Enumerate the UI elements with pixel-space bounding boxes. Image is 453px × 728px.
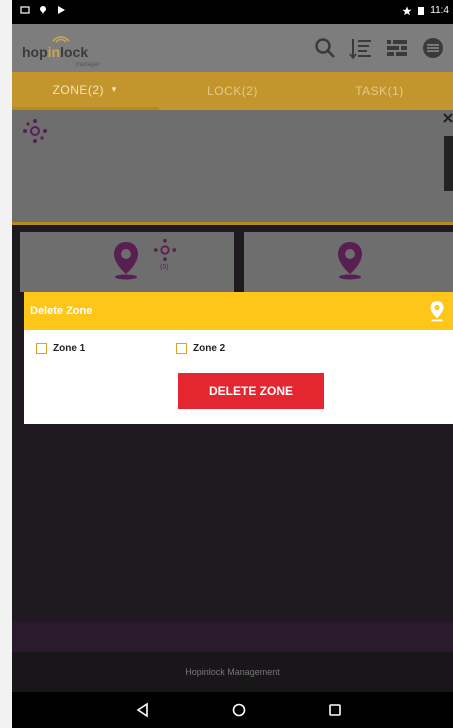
home-icon[interactable] (230, 701, 248, 719)
delete-zone-button[interactable]: DELETE ZONE (178, 373, 324, 409)
android-nav-bar (12, 692, 453, 728)
search-icon[interactable] (313, 36, 337, 60)
hub-icon (153, 238, 177, 262)
chevron-down-icon: ▼ (110, 85, 119, 94)
zone-card[interactable] (244, 232, 453, 292)
recent-apps-icon[interactable] (326, 701, 344, 719)
menu-icon[interactable] (421, 36, 445, 60)
delete-zone-dialog: Delete Zone Zone 1 Zone 2 DELETE ZONE (24, 292, 453, 424)
dialog-header: Delete Zone (24, 292, 453, 330)
footer-text: Hopinlock Management (185, 667, 280, 677)
zone-2-checkbox[interactable] (176, 343, 187, 354)
dialog-title: Delete Zone (30, 305, 93, 317)
lock-device-icon (443, 113, 453, 191)
tab-task[interactable]: TASK(1) (306, 72, 453, 110)
zone-2-label: Zone 2 (193, 343, 226, 354)
device-screen: 11:4 hopinlock manager ZONE(2) ▼ LOCK(2) … (12, 0, 453, 728)
play-icon (58, 6, 65, 14)
sort-icon[interactable] (349, 36, 373, 60)
location-pin-icon (338, 242, 362, 280)
zone-2-option[interactable]: Zone 2 (176, 343, 225, 354)
pin-icon (40, 6, 46, 14)
hub-icon (23, 119, 47, 143)
tab-bar: ZONE(2) ▼ LOCK(2) TASK(1) (12, 72, 453, 110)
footer: Hopinlock Management (12, 652, 453, 692)
logo-subtitle: manager (76, 62, 100, 68)
battery-icon (418, 6, 425, 15)
app-bar: hopinlock manager (12, 24, 453, 72)
status-time: 11:4 (430, 5, 449, 16)
notification-icon (20, 6, 30, 14)
tab-zone[interactable]: ZONE(2) ▼ (12, 72, 159, 110)
zone-card[interactable]: (0) (20, 232, 234, 292)
logo-text: hopinlock (22, 44, 89, 60)
filter-icon[interactable] (385, 36, 409, 60)
zone-1-option[interactable]: Zone 1 (36, 343, 85, 354)
back-icon[interactable] (134, 701, 152, 719)
zone-1-checkbox[interactable] (36, 343, 47, 354)
location-pin-icon (114, 242, 138, 280)
zone-map-panel (12, 110, 453, 225)
app-logo: hopinlock manager (22, 34, 114, 68)
zone-1-label: Zone 1 (53, 343, 86, 354)
divider-strip (12, 622, 453, 652)
location-pin-icon (430, 301, 444, 322)
status-bar: 11:4 (12, 0, 453, 24)
tab-lock[interactable]: LOCK(2) (159, 72, 306, 110)
star-icon (402, 6, 412, 15)
hub-count-badge: (0) (160, 264, 169, 271)
wifi-logo-icon (52, 36, 70, 43)
